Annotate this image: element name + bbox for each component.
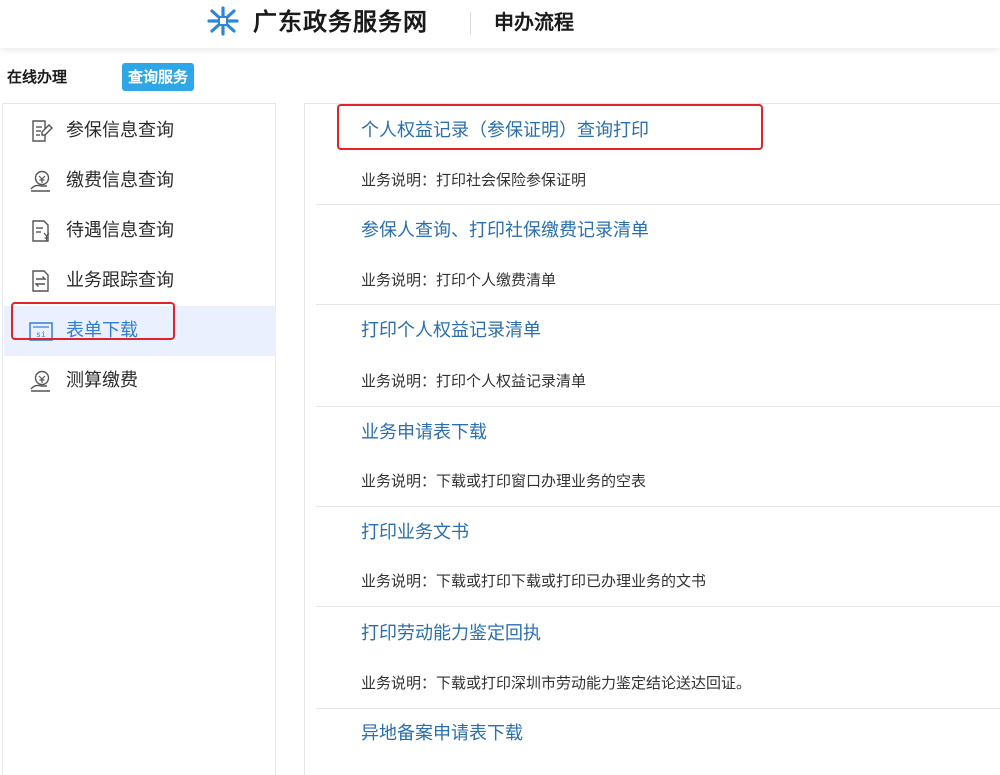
payment-hand-icon bbox=[30, 170, 50, 192]
sidebar-item-payment-info[interactable]: 缴费信息查询 bbox=[4, 156, 276, 206]
service-title-business-document[interactable]: 打印业务文书 bbox=[361, 520, 469, 546]
edit-document-icon bbox=[32, 120, 53, 142]
service-title-equity-list[interactable]: 打印个人权益记录清单 bbox=[361, 318, 541, 344]
header-divider bbox=[470, 12, 471, 34]
sidebar-item-fee-calculation[interactable]: 测算缴费 bbox=[4, 356, 276, 406]
sidebar-item-business-tracking[interactable]: 业务跟踪查询 bbox=[4, 256, 276, 306]
divider bbox=[316, 506, 1000, 507]
logo-icon bbox=[203, 6, 243, 36]
service-description: 业务说明：打印社会保险参保证明 bbox=[361, 171, 587, 189]
sidebar-item-label: 缴费信息查询 bbox=[66, 170, 174, 191]
yen-document-icon bbox=[32, 220, 50, 242]
service-title-labor-ability-receipt[interactable]: 打印劳动能力鉴定回执 bbox=[361, 621, 541, 647]
tab-query[interactable]: 查询服务 bbox=[122, 63, 195, 91]
sidebar-item-label: 参保信息查询 bbox=[66, 120, 174, 141]
service-description: 业务说明：打印个人权益记录清单 bbox=[361, 372, 587, 390]
highlight-box-equity-record bbox=[337, 104, 763, 150]
highlight-box-form-download bbox=[11, 302, 175, 340]
service-title-payment-record[interactable]: 参保人查询、打印社保缴费记录清单 bbox=[361, 218, 649, 244]
service-description: 业务说明：打印个人缴费清单 bbox=[361, 271, 557, 289]
divider bbox=[316, 606, 1000, 607]
top-header: 广东政务服务网 申办流程 bbox=[0, 0, 1000, 48]
exchange-document-icon bbox=[32, 270, 49, 292]
service-title-remote-filing-form[interactable]: 异地备案申请表下载 bbox=[361, 721, 523, 747]
divider bbox=[316, 406, 1000, 407]
site-name[interactable]: 广东政务服务网 bbox=[253, 5, 428, 39]
service-description: 业务说明：下载或打印深圳市劳动能力鉴定结论送达回证。 bbox=[361, 674, 752, 692]
payment-hand-icon bbox=[30, 370, 50, 392]
tab-online[interactable]: 在线办理 bbox=[7, 65, 67, 89]
sidebar: 参保信息查询 缴费信息查询 待遇信息查询 业务跟踪查询 si 表单下载 测算缴费 bbox=[2, 103, 276, 775]
divider bbox=[316, 204, 1000, 205]
service-title-application-form[interactable]: 业务申请表下载 bbox=[361, 420, 487, 446]
divider bbox=[316, 708, 1000, 709]
sidebar-item-benefit-info[interactable]: 待遇信息查询 bbox=[4, 206, 276, 256]
sidebar-item-label: 待遇信息查询 bbox=[66, 220, 174, 241]
sidebar-item-label: 业务跟踪查询 bbox=[66, 270, 174, 291]
sidebar-item-label: 测算缴费 bbox=[66, 370, 138, 391]
divider bbox=[316, 304, 1000, 305]
service-description: 业务说明：下载或打印窗口办理业务的空表 bbox=[361, 472, 647, 490]
header-section-title: 申办流程 bbox=[494, 10, 574, 34]
sidebar-item-insurance-info[interactable]: 参保信息查询 bbox=[4, 106, 276, 156]
service-description: 业务说明：下载或打印下载或打印已办理业务的文书 bbox=[361, 572, 707, 590]
